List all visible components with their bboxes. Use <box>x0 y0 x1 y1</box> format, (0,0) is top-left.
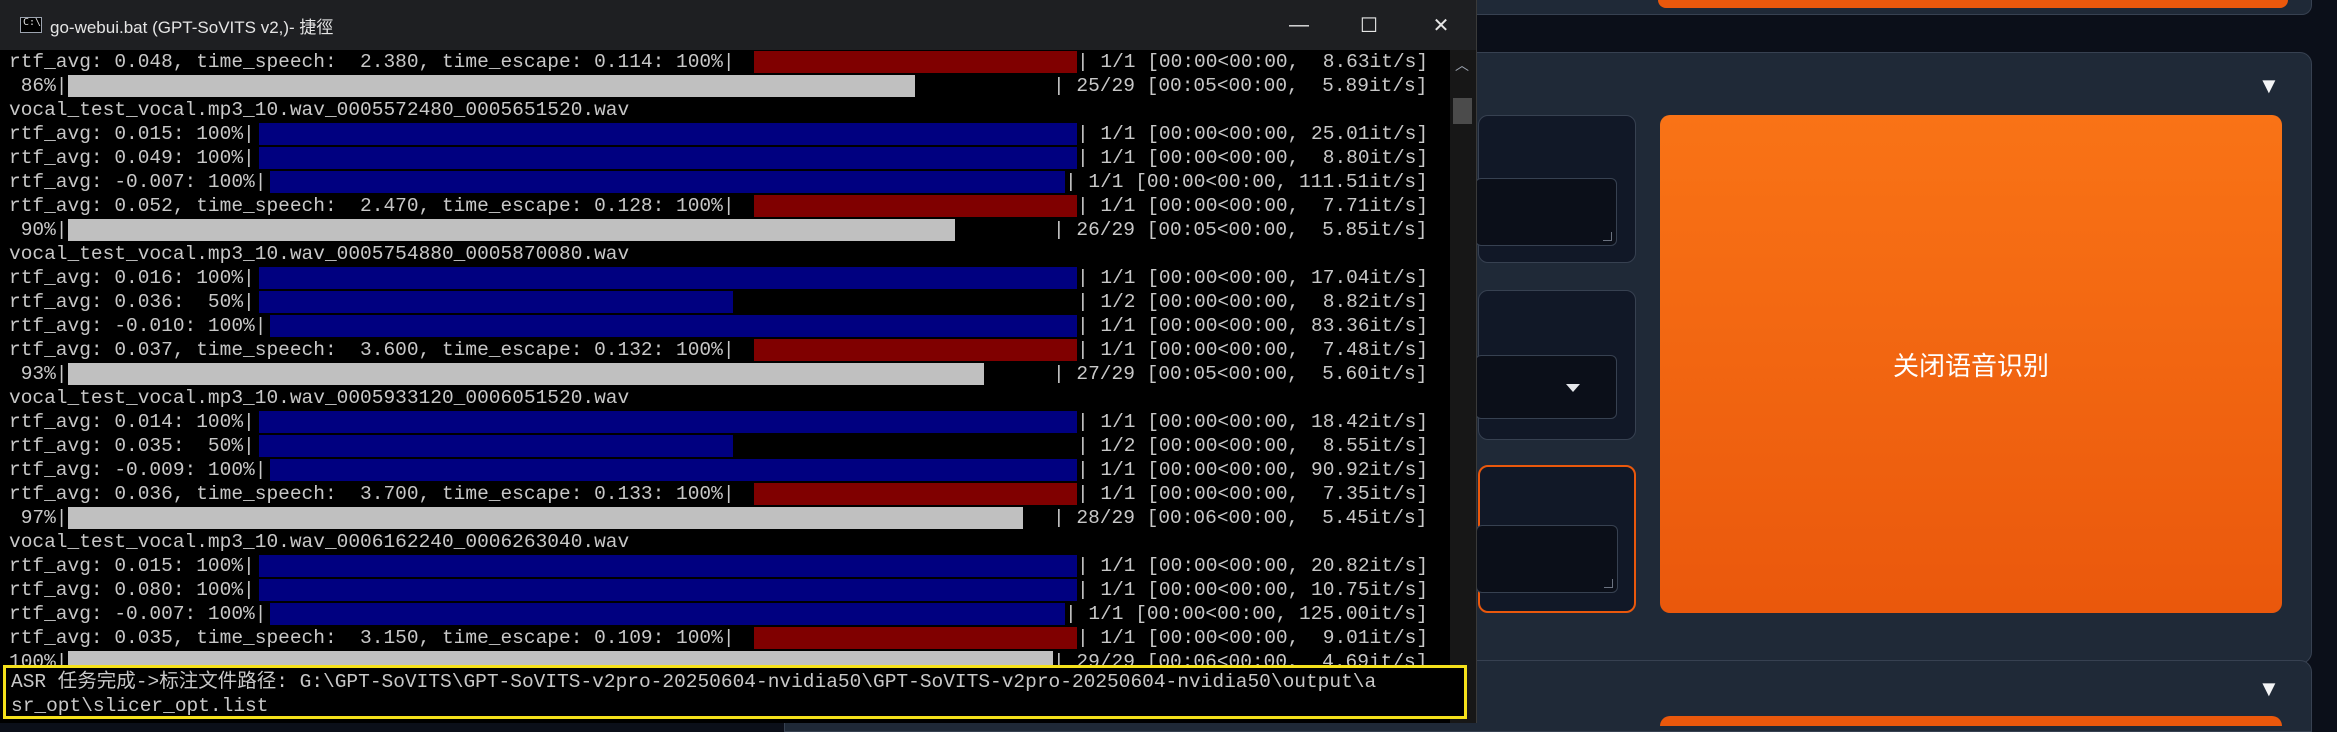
resize-handle-icon[interactable] <box>1603 232 1612 241</box>
progress-bar <box>754 195 1077 217</box>
console-line: vocal_test_vocal.mp3_10.wav_0005754880_0… <box>9 243 630 265</box>
asr-output-textarea[interactable] <box>1476 525 1618 593</box>
console-line: | 26/29 [00:05<00:00, 5.85it/s] <box>1053 219 1428 241</box>
console-line: 93%| <box>9 363 68 385</box>
close-asr-button[interactable]: 关闭语音识别 <box>1660 115 2282 613</box>
console-scrollbar[interactable] <box>1450 50 1476 723</box>
progress-bar <box>259 411 1077 433</box>
asr-input-textarea[interactable] <box>1475 178 1617 246</box>
console-line: vocal_test_vocal.mp3_10.wav_0005933120_0… <box>9 387 630 409</box>
console-line: | 1/1 [00:00<00:00, 8.63it/s] <box>1077 51 1429 73</box>
console-line: rtf_avg: 0.036, time_speech: 3.700, time… <box>9 483 735 505</box>
asr-complete-path-tail: sr_opt\slicer_opt.list <box>11 695 269 717</box>
maximize-button[interactable]: ☐ <box>1334 0 1404 50</box>
console-line: rtf_avg: -0.009: 100%| <box>9 459 267 481</box>
console-window: C:\ go-webui.bat (GPT-SoVITS v2,)- 捷徑 — … <box>0 0 1477 723</box>
chevron-down-icon <box>1566 384 1580 392</box>
console-line: rtf_avg: 0.014: 100%| <box>9 411 255 433</box>
console-line: | 1/1 [00:00<00:00, 125.00it/s] <box>1065 603 1428 625</box>
console-line: rtf_avg: 0.015: 100%| <box>9 123 255 145</box>
console-line: rtf_avg: -0.007: 100%| <box>9 603 267 625</box>
console-line: rtf_avg: 0.049: 100%| <box>9 147 255 169</box>
console-line: | 1/1 [00:00<00:00, 17.04it/s] <box>1077 267 1429 289</box>
progress-bar <box>259 435 733 457</box>
console-line: | 1/1 [00:00<00:00, 20.82it/s] <box>1077 555 1429 577</box>
console-line: rtf_avg: 0.036: 50%| <box>9 291 255 313</box>
terminal-output: rtf_avg: 0.048, time_speech: 2.380, time… <box>0 50 1450 720</box>
console-line: rtf_avg: -0.007: 100%| <box>9 171 267 193</box>
asr-complete-message: ASR 任务完成->标注文件路径: G:\GPT-SoVITS\GPT-SoVI… <box>11 671 1377 693</box>
progress-bar <box>259 267 1077 289</box>
console-line: | 1/1 [00:00<00:00, 25.01it/s] <box>1077 123 1429 145</box>
console-line: rtf_avg: 0.080: 100%| <box>9 579 255 601</box>
progress-bar <box>259 291 733 313</box>
minimize-button[interactable]: — <box>1264 0 1334 50</box>
console-line: | 1/2 [00:00<00:00, 8.82it/s] <box>1077 291 1429 313</box>
console-line: rtf_avg: 0.035: 50%| <box>9 435 255 457</box>
progress-bar <box>259 579 1077 601</box>
bottom-action-button[interactable] <box>1660 716 2282 726</box>
console-line: rtf_avg: 0.016: 100%| <box>9 267 255 289</box>
progress-bar <box>259 123 1077 145</box>
console-line: | 1/2 [00:00<00:00, 8.55it/s] <box>1077 435 1429 457</box>
asr-complete-highlight: ASR 任务完成->标注文件路径: G:\GPT-SoVITS\GPT-SoVI… <box>3 665 1467 719</box>
console-line: | 28/29 [00:06<00:00, 5.45it/s] <box>1053 507 1428 529</box>
console-line: | 1/1 [00:00<00:00, 7.35it/s] <box>1077 483 1429 505</box>
collapse-arrow-icon[interactable]: ▼ <box>2258 75 2280 97</box>
overall-progress-bar <box>68 363 984 385</box>
top-action-button[interactable] <box>1658 0 2288 8</box>
console-line: 97%| <box>9 507 68 529</box>
console-line: | 1/1 [00:00<00:00, 111.51it/s] <box>1065 171 1428 193</box>
console-line: | 27/29 [00:05<00:00, 5.60it/s] <box>1053 363 1428 385</box>
console-line: vocal_test_vocal.mp3_10.wav_0005572480_0… <box>9 99 630 121</box>
console-line: rtf_avg: 0.052, time_speech: 2.470, time… <box>9 195 735 217</box>
console-line: rtf_avg: 0.035, time_speech: 3.150, time… <box>9 627 735 649</box>
window-title: go-webui.bat (GPT-SoVITS v2,)- 捷徑 <box>50 17 334 37</box>
console-line: | 1/1 [00:00<00:00, 18.42it/s] <box>1077 411 1429 433</box>
scrollbar-thumb[interactable] <box>1453 98 1472 124</box>
scroll-up-icon[interactable]: ︿ <box>1455 55 1469 75</box>
console-line: vocal_test_vocal.mp3_10.wav_0006162240_0… <box>9 531 630 553</box>
asr-input-block <box>1475 115 1636 263</box>
console-line: | 1/1 [00:00<00:00, 9.01it/s] <box>1077 627 1429 649</box>
console-line: | 1/1 [00:00<00:00, 7.48it/s] <box>1077 339 1429 361</box>
overall-progress-bar <box>68 75 915 97</box>
console-line: | 1/1 [00:00<00:00, 10.75it/s] <box>1077 579 1429 601</box>
progress-bar <box>270 603 1065 625</box>
console-line: 90%| <box>9 219 68 241</box>
overall-progress-bar <box>68 507 1023 529</box>
progress-bar <box>270 459 1077 481</box>
console-line: rtf_avg: 0.048, time_speech: 2.380, time… <box>9 51 735 73</box>
close-button[interactable]: ✕ <box>1406 0 1476 50</box>
progress-bar <box>754 627 1077 649</box>
resize-handle-icon[interactable] <box>1604 579 1613 588</box>
console-line: | 1/1 [00:00<00:00, 8.80it/s] <box>1077 147 1429 169</box>
console-line: | 1/1 [00:00<00:00, 7.71it/s] <box>1077 195 1429 217</box>
console-line: | 25/29 [00:05<00:00, 5.89it/s] <box>1053 75 1428 97</box>
collapse-arrow-icon[interactable]: ▼ <box>2258 678 2280 700</box>
console-line: | 1/1 [00:00<00:00, 83.36it/s] <box>1077 315 1429 337</box>
asr-model-block <box>1475 290 1636 440</box>
progress-bar <box>259 555 1077 577</box>
asr-output-block <box>1476 465 1636 613</box>
console-line: rtf_avg: 0.037, time_speech: 3.600, time… <box>9 339 735 361</box>
progress-bar <box>754 483 1077 505</box>
progress-bar <box>270 315 1077 337</box>
progress-bar <box>754 339 1077 361</box>
progress-bar <box>754 51 1077 73</box>
overall-progress-bar <box>68 219 955 241</box>
terminal-icon: C:\ <box>20 17 42 33</box>
console-titlebar[interactable]: C:\ go-webui.bat (GPT-SoVITS v2,)- 捷徑 — … <box>0 0 1476 50</box>
progress-bar <box>259 147 1077 169</box>
asr-model-dropdown[interactable] <box>1475 355 1617 419</box>
console-line: rtf_avg: -0.010: 100%| <box>9 315 267 337</box>
console-line: rtf_avg: 0.015: 100%| <box>9 555 255 577</box>
console-line: | 1/1 [00:00<00:00, 90.92it/s] <box>1077 459 1429 481</box>
progress-bar <box>270 171 1065 193</box>
console-line: 86%| <box>9 75 68 97</box>
